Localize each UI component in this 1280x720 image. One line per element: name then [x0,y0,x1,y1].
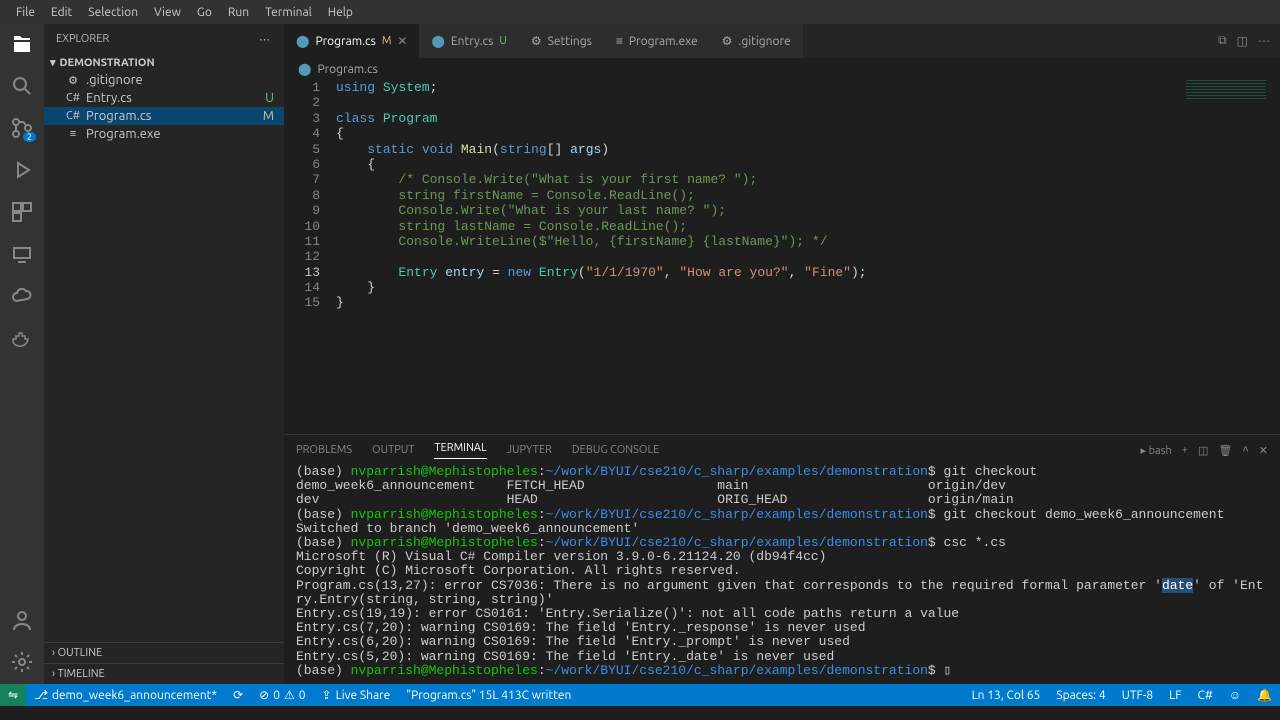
editor-area: ⬤Program.csM✕⬤Entry.csU⚙Settings≡Program… [284,24,1280,684]
tab-.gitignore[interactable]: ⚙.gitignore [710,24,803,58]
menu-run[interactable]: Run [220,6,257,19]
tab-Program.cs[interactable]: ⬤Program.csM✕ [284,24,419,58]
file-Entry.cs[interactable]: C#Entry.csU [44,89,284,107]
account-icon[interactable] [10,608,34,632]
menu-view[interactable]: View [146,6,189,19]
panel-tab-problems[interactable]: PROBLEMS [296,444,352,456]
tab-Settings[interactable]: ⚙Settings [519,24,604,58]
folder-row[interactable]: DEMONSTRATION [44,54,284,71]
chevron-down-icon [50,56,56,69]
encoding[interactable]: UTF-8 [1114,688,1161,702]
activity-bar: 2 [0,24,44,684]
feedback-icon[interactable]: ☺ [1221,688,1249,702]
file-info: "Program.cs" 15L 413C written [398,689,579,702]
explorer-icon[interactable] [10,32,34,56]
close-panel-icon[interactable]: ✕ [1259,444,1268,457]
remote-icon[interactable] [10,242,34,266]
terminal-shell[interactable]: ▸ bash [1141,444,1172,457]
terminal-output[interactable]: (base) nvparrish@Mephistopheles:~/work/B… [284,465,1280,684]
tab-Entry.cs[interactable]: ⬤Entry.csU [419,24,518,58]
statusbar: ⇋ ⎇ demo_week6_announcement* ⟳ ⊘ 0 ⚠ 0 ⇪… [0,684,1280,706]
panel: PROBLEMS OUTPUT TERMINAL JUPYTER DEBUG CONSO… [284,434,1280,684]
branch-status[interactable]: ⎇ demo_week6_announcement* [26,688,225,702]
cursor-pos[interactable]: Ln 13, Col 65 [964,688,1049,702]
split-terminal-icon[interactable]: ◫ [1198,444,1208,457]
file-Program.exe[interactable]: ≡Program.exe [44,125,284,143]
panel-tab-output[interactable]: OUTPUT [372,444,414,456]
tab-Program.exe[interactable]: ≡Program.exe [604,24,710,58]
cloud-icon[interactable] [10,284,34,308]
panel-tab-jupyter[interactable]: JUPYTER [507,444,552,456]
panel-tab-debug console[interactable]: DEBUG CONSOLE [572,444,659,456]
search-icon[interactable] [10,74,34,98]
bell-icon[interactable]: 🔔 [1249,688,1280,702]
file-.gitignore[interactable]: ⚙.gitignore [44,71,284,89]
file-Program.cs[interactable]: C#Program.csM [44,107,284,125]
debug-icon[interactable] [10,158,34,182]
compare-icon[interactable]: ⧉ [1218,34,1227,48]
sidebar: EXPLORER ⋯ DEMONSTRATION ⚙.gitignoreC#En… [44,24,284,684]
menubar: FileEditSelectionViewGoRunTerminalHelp [0,0,1280,24]
chevron-up-icon[interactable]: ˄ [1242,444,1248,456]
sync-status[interactable]: ⟳ [225,688,251,702]
panel-tabs: PROBLEMS OUTPUT TERMINAL JUPYTER DEBUG CONSO… [284,435,1280,465]
docker-icon[interactable] [10,326,34,350]
minimap[interactable] [1186,80,1266,100]
scm-icon[interactable]: 2 [10,116,34,140]
menu-file[interactable]: File [8,6,43,19]
explorer-title: EXPLORER ⋯ [44,24,284,54]
liveshare-status[interactable]: ⇪ Live Share [314,688,399,702]
menu-terminal[interactable]: Terminal [257,6,320,19]
code-editor[interactable]: 123456789101112131415 using System;class… [284,80,1280,434]
menu-selection[interactable]: Selection [80,6,146,19]
menu-go[interactable]: Go [189,6,220,19]
close-icon[interactable]: ✕ [397,34,407,48]
timeline-section[interactable]: › TIMELINE [44,663,284,684]
problems-status[interactable]: ⊘ 0 ⚠ 0 [251,688,313,702]
tab-bar: ⬤Program.csM✕⬤Entry.csU⚙Settings≡Program… [284,24,1280,58]
lang[interactable]: C# [1190,688,1221,702]
new-terminal-icon[interactable]: + [1182,444,1188,456]
eol[interactable]: LF [1161,688,1189,702]
outline-section[interactable]: › OUTLINE [44,642,284,663]
menu-edit[interactable]: Edit [43,6,80,19]
trash-icon[interactable]: 🗑 [1218,444,1232,457]
remote-status[interactable]: ⇋ [0,684,26,706]
split-icon[interactable]: ◫ [1237,34,1248,48]
spaces[interactable]: Spaces: 4 [1048,688,1113,702]
breadcrumb[interactable]: ⬤Program.cs [284,58,1280,80]
more-icon[interactable]: ⋯ [259,33,272,46]
panel-tab-terminal[interactable]: TERMINAL [434,442,486,459]
extensions-icon[interactable] [10,200,34,224]
menu-help[interactable]: Help [320,6,361,19]
more-icon[interactable]: ⋯ [1258,34,1270,48]
scm-badge: 2 [23,132,36,142]
settings-icon[interactable] [10,650,34,674]
